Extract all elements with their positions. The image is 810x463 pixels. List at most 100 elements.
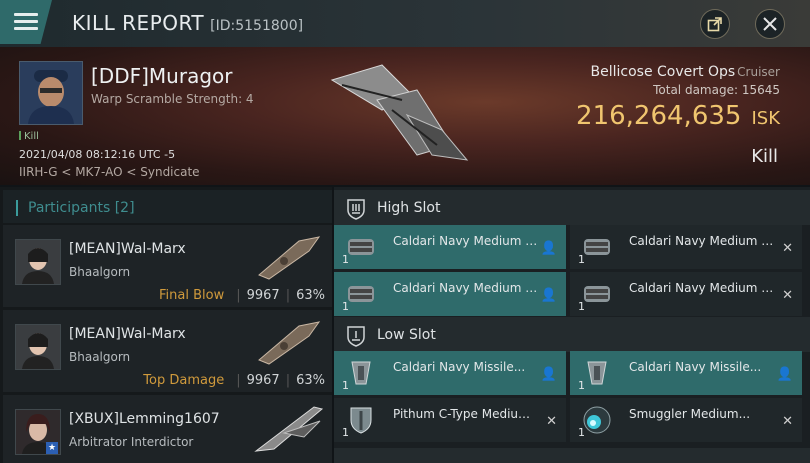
kill-result: Kill	[751, 146, 778, 167]
fitting-panel: High Slot 1 Caldari Navy Medium Missil..…	[334, 187, 810, 463]
close-button[interactable]	[755, 9, 785, 39]
participants-count: [2]	[114, 200, 135, 216]
participant-avatar[interactable]	[15, 324, 61, 370]
hamburger-line	[14, 27, 38, 30]
mid-slot-header-partial[interactable]	[334, 448, 810, 463]
missile-launcher-icon	[348, 286, 374, 302]
module-name: Pithum C-Type Medium...	[393, 407, 539, 421]
hamburger-line	[14, 20, 38, 23]
module-item[interactable]: 1 Pithum C-Type Medium... ✕	[334, 398, 566, 442]
module-name: Caldari Navy Missile...	[629, 360, 762, 374]
ship-name-line: Bellicose Covert Ops Cruiser	[591, 64, 780, 80]
ballistic-control-icon	[351, 361, 371, 385]
top-bar: KILL REPORT [ID:5151800]	[0, 0, 810, 48]
participant-damage: 9967	[246, 373, 280, 388]
participant-ship: Arbitrator Interdictor	[69, 435, 194, 449]
x-icon: ✕	[546, 414, 557, 429]
participants-title: Participants	[28, 200, 111, 216]
share-external-icon	[707, 17, 722, 32]
shield-extender-icon	[350, 407, 372, 434]
module-quantity: 1	[578, 253, 585, 266]
high-slot-shield-icon	[347, 199, 365, 220]
victim-name[interactable]: [DDF]Muragor	[91, 64, 232, 88]
low-slot-shield-icon	[347, 326, 365, 347]
module-item[interactable]: 1 Caldari Navy Medium Missil... ✕	[570, 272, 802, 316]
person-icon: 👤	[776, 367, 793, 382]
window-title-text: KILL REPORT	[72, 11, 205, 35]
participant-row[interactable]: [MEAN]Wal-Marx Bhaalgorn Top Damage | 9967…	[3, 310, 332, 392]
module-name: Caldari Navy Medium Missil...	[629, 234, 775, 248]
kill-tag: Kill	[19, 131, 39, 142]
kill-location[interactable]: IIRH-G < MK7-AO < Syndicate	[19, 165, 200, 179]
x-icon: ✕	[782, 288, 793, 303]
module-quantity: 1	[578, 426, 585, 439]
share-button[interactable]	[700, 9, 730, 39]
close-icon	[763, 17, 777, 31]
separator: |	[236, 288, 241, 303]
warp-scramble-strength: Warp Scramble Strength: 4	[91, 92, 254, 106]
isk-value: 216,264,635	[576, 101, 742, 131]
victim-portrait-image	[20, 62, 82, 124]
separator: |	[285, 373, 291, 388]
module-item[interactable]: 1 Caldari Navy Medium Missil... ✕	[570, 225, 802, 269]
module-item[interactable]: 1 Caldari Navy Medium Missil... 👤	[334, 225, 566, 269]
module-name: Smuggler Medium...	[629, 407, 751, 421]
participant-role: Final Blow	[159, 288, 225, 303]
kill-timestamp: 2021/04/08 08:12:16 UTC -5	[19, 148, 176, 161]
participants-label: Participants [2]	[28, 200, 135, 216]
participant-row[interactable]: [MEAN]Wal-Marx Bhaalgorn Final Blow | 9967…	[3, 225, 332, 307]
hamburger-menu-button[interactable]	[0, 0, 52, 44]
ship-class: Cruiser	[737, 65, 780, 79]
x-icon: ✕	[782, 414, 793, 429]
star-icon: ★	[46, 442, 58, 454]
participant-ship: Bhaalgorn	[69, 265, 131, 279]
ship-name[interactable]: Bellicose Covert Ops	[591, 64, 736, 80]
victim-portrait[interactable]	[19, 61, 83, 125]
module-item[interactable]: 1 Smuggler Medium... ✕	[570, 398, 802, 442]
participant-percent: 63%	[296, 373, 325, 388]
participant-name[interactable]: [XBUX]Lemming1607	[69, 411, 220, 427]
participant-name[interactable]: [MEAN]Wal-Marx	[69, 326, 186, 342]
total-damage: Total damage: 15645	[653, 83, 780, 97]
kill-tag-marker	[19, 131, 21, 140]
x-icon: ✕	[782, 241, 793, 256]
window-title: KILL REPORT [ID:5151800]	[72, 11, 303, 35]
module-item[interactable]: 1 Caldari Navy Medium Missil... 👤	[334, 272, 566, 316]
person-icon: 👤	[540, 241, 557, 256]
participant-damage: 9967	[246, 288, 280, 303]
module-item[interactable]: 1 Caldari Navy Missile... 👤	[570, 351, 802, 395]
high-slot-header[interactable]: High Slot	[334, 190, 810, 225]
module-quantity: 1	[342, 253, 349, 266]
participants-header[interactable]: Participants [2]	[3, 190, 332, 223]
participants-header-marker	[16, 200, 18, 216]
missile-launcher-icon	[348, 239, 374, 255]
person-icon: 👤	[540, 367, 557, 382]
participant-avatar[interactable]	[15, 239, 61, 285]
participant-row[interactable]: ★ [XBUX]Lemming1607 Arbitrator Interdict…	[3, 395, 332, 463]
participant-avatar-image	[16, 240, 60, 284]
victim-ship-image[interactable]	[322, 55, 472, 170]
participant-stats: Final Blow | 9967 | 63%	[159, 288, 325, 303]
smuggler-module-icon	[583, 406, 611, 434]
participant-ship-image	[258, 321, 321, 365]
separator: |	[285, 288, 291, 303]
module-quantity: 1	[342, 379, 349, 392]
hamburger-menu-icon	[14, 13, 38, 16]
kill-header: [DDF]Muragor Warp Scramble Strength: 4 K…	[0, 47, 810, 185]
module-name: Caldari Navy Medium Missil...	[393, 281, 539, 295]
module-quantity: 1	[578, 300, 585, 313]
module-name: Caldari Navy Medium Missil...	[393, 234, 539, 248]
isk-unit: ISK	[751, 108, 780, 129]
module-name: Caldari Navy Medium Missil...	[629, 281, 775, 295]
ballistic-control-icon	[587, 361, 607, 385]
module-quantity: 1	[578, 379, 585, 392]
participant-ship-image	[254, 406, 324, 452]
low-slot-header[interactable]: Low Slot	[334, 317, 810, 352]
isk-value-line: 216,264,635 ISK	[576, 101, 780, 131]
participant-percent: 63%	[296, 288, 325, 303]
participant-name[interactable]: [MEAN]Wal-Marx	[69, 241, 186, 257]
module-name: Caldari Navy Missile...	[393, 360, 526, 374]
low-slot-label: Low Slot	[377, 327, 436, 343]
module-item[interactable]: 1 Caldari Navy Missile... 👤	[334, 351, 566, 395]
participants-panel: Participants [2] [MEAN]Wal-Marx Bhaalgor…	[0, 187, 332, 463]
